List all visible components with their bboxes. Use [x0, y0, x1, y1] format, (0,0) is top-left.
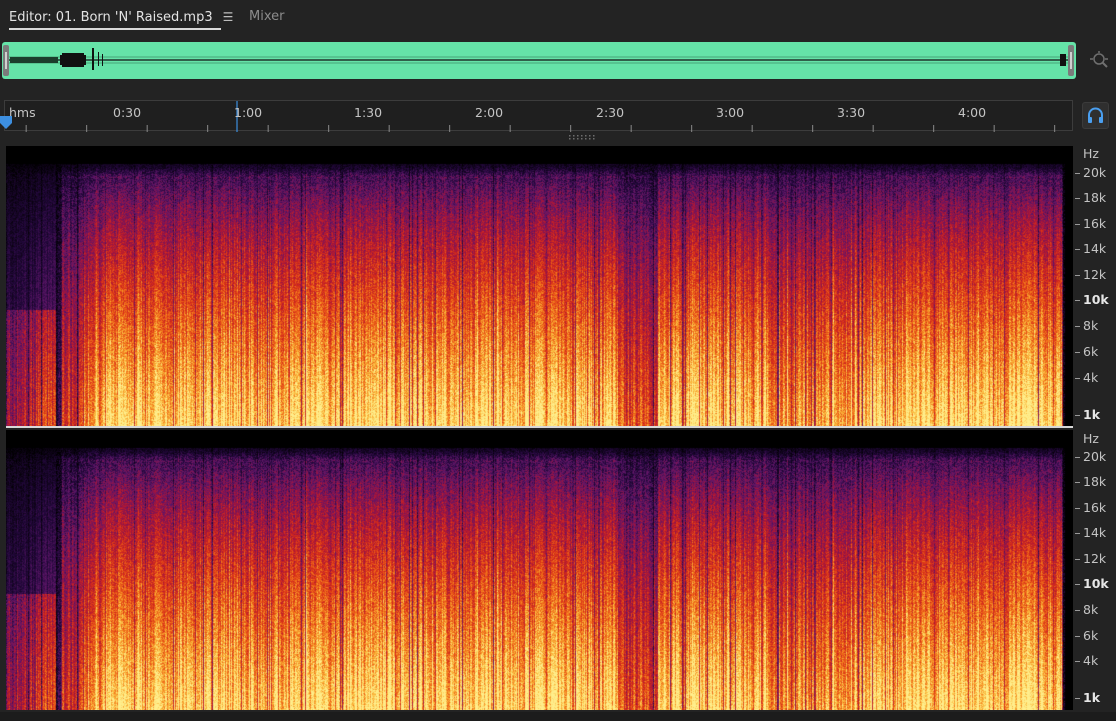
frequency-tick	[1075, 533, 1080, 534]
frequency-tick	[1075, 326, 1080, 327]
frequency-tick	[1075, 249, 1080, 250]
freq-label-10k: 10k	[1083, 292, 1109, 307]
freq-label-16k: 16k	[1083, 216, 1107, 231]
hamburger-menu-icon[interactable]: ☰	[223, 0, 234, 34]
spectrogram-channel-right[interactable]	[6, 430, 1073, 710]
frequency-tick	[1075, 457, 1080, 458]
tab-mixer-label: Mixer	[249, 9, 285, 24]
time-label-1-30: 1:30	[354, 105, 383, 120]
frequency-tick	[1075, 584, 1080, 585]
frequency-unit-label: Hz	[1083, 146, 1099, 161]
time-label-3-00: 3:00	[716, 105, 745, 120]
frequency-tick	[1075, 482, 1080, 483]
headphones-icon	[1088, 107, 1103, 123]
freq-label-18k: 18k	[1083, 190, 1107, 205]
freq-label-12k: 12k	[1083, 551, 1107, 566]
tab-mixer[interactable]: Mixer	[249, 0, 284, 34]
freq-label-16k: 16k	[1083, 500, 1107, 515]
freq-label-1k: 1k	[1083, 407, 1101, 422]
frequency-tick	[1075, 610, 1080, 611]
overview-waveform	[3, 45, 1074, 76]
audio-editor-window: Editor: 01. Born 'N' Raised.mp3 ☰ Mixer	[0, 0, 1116, 721]
time-label-2-30: 2:30	[596, 105, 625, 120]
timeline-ruler[interactable]: hms 0:30 1:00 1:30 2:00 2:30 3:00 3:30 4…	[4, 100, 1073, 132]
waveform-overview[interactable]	[2, 42, 1076, 79]
zoom-to-selection-icon[interactable]	[1088, 50, 1110, 72]
freq-label-18k: 18k	[1083, 474, 1107, 489]
time-format-label: hms	[9, 105, 36, 120]
tab-editor-label: Editor: 01. Born 'N' Raised.mp3	[9, 10, 213, 25]
frequency-axis-right: Hz 20k 18k 16k 14k 12k 10k 8k 6k 4k 1k	[1073, 428, 1116, 713]
frequency-tick	[1075, 415, 1080, 416]
spectral-frequency-display[interactable]	[6, 430, 1073, 710]
frequency-tick	[1075, 508, 1080, 509]
frequency-tick	[1075, 698, 1080, 699]
frequency-tick	[1075, 661, 1080, 662]
frequency-tick	[1075, 352, 1080, 353]
status-strip	[0, 712, 1116, 721]
playhead-marker[interactable]	[0, 116, 12, 130]
freq-label-8k: 8k	[1083, 602, 1099, 617]
channel-divider	[6, 426, 1073, 428]
spectral-frequency-display[interactable]	[6, 146, 1073, 426]
freq-label-6k: 6k	[1083, 344, 1099, 359]
frequency-tick	[1075, 559, 1080, 560]
time-label-4-00: 4:00	[958, 105, 987, 120]
frequency-tick	[1075, 173, 1080, 174]
panel-resize-grip[interactable]	[567, 134, 599, 140]
freq-label-10k: 10k	[1083, 576, 1109, 591]
freq-label-20k: 20k	[1083, 449, 1107, 464]
freq-label-12k: 12k	[1083, 267, 1107, 282]
frequency-tick	[1075, 198, 1080, 199]
frequency-tick	[1075, 224, 1080, 225]
frequency-tick	[1075, 378, 1080, 379]
freq-label-1k: 1k	[1083, 690, 1101, 705]
freq-label-14k: 14k	[1083, 241, 1107, 256]
spectrogram-channel-left[interactable]	[6, 146, 1073, 426]
freq-label-4k: 4k	[1083, 370, 1099, 385]
ruler-ticks	[25, 101, 1056, 132]
time-label-3-30: 3:30	[837, 105, 866, 120]
time-label-0-30: 0:30	[113, 105, 142, 120]
time-label-2-00: 2:00	[475, 105, 504, 120]
freq-label-6k: 6k	[1083, 628, 1099, 643]
frequency-unit-label: Hz	[1083, 431, 1099, 446]
freq-label-4k: 4k	[1083, 653, 1099, 668]
headphones-button[interactable]	[1082, 102, 1109, 129]
time-label-1-00: 1:00	[234, 105, 263, 120]
freq-label-20k: 20k	[1083, 165, 1107, 180]
freq-label-14k: 14k	[1083, 525, 1107, 540]
frequency-tick	[1075, 636, 1080, 637]
freq-label-8k: 8k	[1083, 318, 1099, 333]
frequency-tick	[1075, 275, 1080, 276]
frequency-axis-left: Hz 20k 18k 16k 14k 12k 10k 8k 6k 4k 1k	[1073, 143, 1116, 428]
panel-tab-bar: Editor: 01. Born 'N' Raised.mp3 ☰ Mixer	[0, 0, 1116, 34]
frequency-tick	[1075, 300, 1080, 301]
active-tab-indicator	[9, 28, 221, 30]
